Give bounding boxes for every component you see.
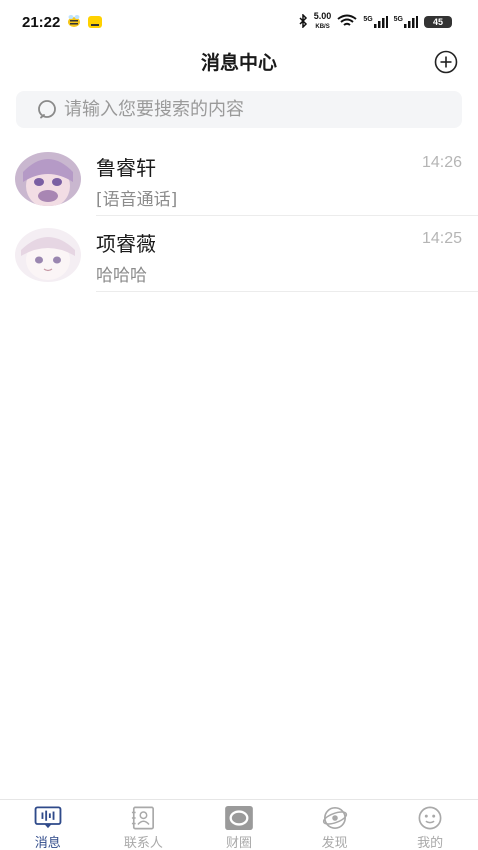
tab-moments[interactable]: 财圈 bbox=[191, 800, 287, 850]
message-icon bbox=[34, 806, 62, 829]
header: 消息中心 bbox=[0, 44, 478, 80]
tab-profile[interactable]: 我的 bbox=[382, 800, 478, 850]
conversation-item[interactable]: 项睿薇 14:25 哈哈哈 bbox=[0, 216, 478, 292]
message-preview: [语音通话] bbox=[96, 190, 178, 210]
conversation-item[interactable]: 鲁睿轩 14:26 [语音通话] bbox=[0, 140, 478, 216]
avatar bbox=[15, 152, 81, 206]
bee-app-icon bbox=[66, 13, 82, 32]
battery-indicator: 45 bbox=[424, 16, 452, 28]
discover-icon bbox=[322, 807, 347, 829]
tab-discover[interactable]: 发现 bbox=[287, 800, 383, 850]
avatar bbox=[15, 228, 81, 282]
status-bar: 21:22 5.00 KB/S 5G 5G 45 bbox=[0, 0, 478, 44]
tab-contacts[interactable]: 联系人 bbox=[96, 800, 192, 850]
contacts-icon bbox=[132, 806, 155, 830]
meituan-app-icon bbox=[88, 16, 103, 28]
message-time: 14:25 bbox=[421, 230, 462, 247]
bluetooth-icon bbox=[298, 12, 308, 32]
network-speed-value: 5.00 bbox=[313, 11, 332, 21]
tab-label: 财圈 bbox=[225, 836, 252, 850]
tab-messages[interactable]: 消息 bbox=[0, 800, 96, 850]
page-title: 消息中心 bbox=[200, 52, 277, 74]
status-time: 21:22 bbox=[22, 13, 61, 31]
message-time: 14:26 bbox=[421, 154, 462, 171]
cellular-signal-2-icon: 5G bbox=[394, 16, 418, 28]
cellular-signal-1-icon: 5G bbox=[363, 16, 388, 28]
divider bbox=[96, 291, 478, 292]
status-right: 5.00 KB/S 5G 5G 45 bbox=[298, 12, 452, 32]
tab-label: 消息 bbox=[34, 836, 61, 850]
tab-label: 联系人 bbox=[123, 836, 163, 850]
bottom-tab-bar: 消息 联系人 财圈 发现 我的 bbox=[0, 799, 478, 850]
tab-label: 我的 bbox=[417, 836, 444, 850]
profile-icon bbox=[418, 806, 442, 830]
app-screen: 21:22 5.00 KB/S 5G 5G 45 消息中心 请输入您要搜索的内容… bbox=[0, 0, 478, 850]
tab-label: 发现 bbox=[321, 836, 348, 850]
wifi-icon bbox=[337, 13, 357, 32]
network-speed: 5.00 KB/S bbox=[314, 12, 332, 32]
contact-name: 项睿薇 bbox=[96, 232, 156, 256]
signal-2-label: 5G bbox=[393, 16, 403, 23]
message-preview: 哈哈哈 bbox=[96, 266, 147, 286]
signal-1-label: 5G bbox=[363, 16, 373, 23]
conversation-list: 鲁睿轩 14:26 [语音通话] 项睿薇 14:25 哈哈哈 bbox=[0, 140, 478, 292]
status-left: 21:22 bbox=[22, 13, 103, 32]
contact-name: 鲁睿轩 bbox=[96, 156, 156, 180]
plus-circle-icon bbox=[434, 50, 458, 74]
search-input[interactable] bbox=[64, 99, 444, 120]
add-button[interactable] bbox=[434, 50, 458, 74]
search-icon bbox=[38, 99, 56, 118]
network-speed-unit: KB/S bbox=[315, 24, 330, 30]
moments-icon bbox=[225, 806, 253, 830]
search-bar[interactable] bbox=[16, 91, 462, 128]
